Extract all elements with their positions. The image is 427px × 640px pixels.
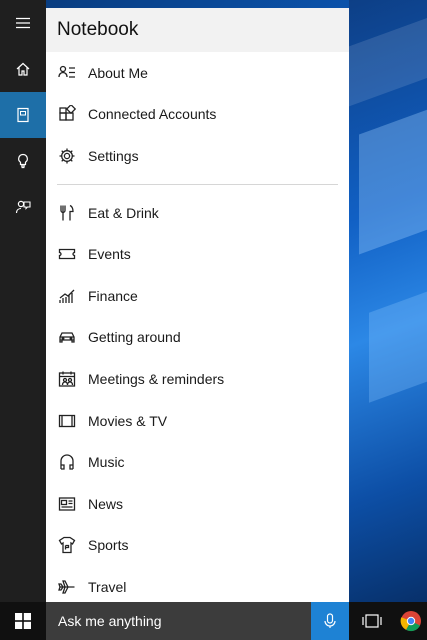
- reminders-button[interactable]: [0, 138, 46, 184]
- hamburger-icon: [16, 17, 30, 29]
- menu-item-events[interactable]: Events: [46, 233, 349, 275]
- task-view-button[interactable]: [349, 602, 395, 640]
- menu-item-getting-around[interactable]: Getting around: [46, 317, 349, 359]
- hamburger-menu-button[interactable]: [0, 0, 46, 46]
- menu-item-meetings-reminders[interactable]: Meetings & reminders: [46, 358, 349, 400]
- music-note-icon: [57, 452, 77, 472]
- menu-item-label: Travel: [88, 578, 127, 595]
- menu-item-news[interactable]: News: [46, 483, 349, 525]
- airplane-icon: [57, 577, 77, 597]
- notebook-icon: [17, 107, 29, 123]
- menu-item-movies-tv[interactable]: Movies & TV: [46, 400, 349, 442]
- cortana-search-box[interactable]: Ask me anything: [46, 602, 311, 640]
- divider: [57, 183, 338, 185]
- notebook-button[interactable]: [0, 92, 46, 138]
- chrome-icon: [400, 611, 421, 632]
- taskbar: Ask me anything: [0, 602, 427, 640]
- chrome-taskbar-button[interactable]: [395, 602, 427, 640]
- menu-item-eat-drink[interactable]: Eat & Drink: [46, 192, 349, 234]
- feedback-button[interactable]: [0, 184, 46, 230]
- menu-item-label: Music: [88, 454, 125, 471]
- menu-item-label: Movies & TV: [88, 412, 168, 429]
- home-button[interactable]: [0, 46, 46, 92]
- start-button[interactable]: [0, 602, 46, 640]
- menu-item-label: Settings: [88, 147, 139, 164]
- search-placeholder: Ask me anything: [58, 613, 162, 629]
- calendar-people-icon: [57, 369, 77, 389]
- menu-item-label: News: [88, 495, 124, 512]
- feedback-icon: [15, 200, 31, 214]
- menu-item-travel[interactable]: Travel: [46, 566, 349, 602]
- cortana-left-rail: [0, 0, 46, 602]
- car-icon: [57, 327, 77, 347]
- connected-accounts-icon: [57, 104, 77, 124]
- menu-item-label: Finance: [88, 287, 138, 304]
- menu-item-settings[interactable]: Settings: [46, 135, 349, 177]
- microphone-icon: [324, 613, 336, 628]
- fork-knife-icon: [57, 203, 77, 223]
- menu-item-label: Events: [88, 246, 131, 263]
- menu-item-sports[interactable]: Sports: [46, 525, 349, 567]
- microphone-button[interactable]: [311, 602, 349, 640]
- menu-item-label: Sports: [88, 537, 129, 554]
- menu-item-about-me[interactable]: About Me: [46, 52, 349, 94]
- menu-item-label: Connected Accounts: [88, 106, 217, 123]
- film-icon: [57, 411, 77, 431]
- menu-item-label: Getting around: [88, 329, 181, 346]
- gear-icon: [57, 146, 77, 166]
- menu-item-label: Eat & Drink: [88, 204, 159, 221]
- task-view-icon: [362, 614, 382, 628]
- about-me-icon: [57, 63, 77, 83]
- newspaper-icon: [57, 494, 77, 514]
- menu-item-label: Meetings & reminders: [88, 370, 225, 387]
- menu-item-connected-accounts[interactable]: Connected Accounts: [46, 94, 349, 136]
- notebook-panel: Notebook About Me Connected Accounts Set…: [46, 8, 349, 602]
- lightbulb-icon: [18, 153, 28, 169]
- home-icon: [16, 62, 30, 76]
- menu-item-music[interactable]: Music: [46, 441, 349, 483]
- jersey-icon: [57, 535, 77, 555]
- desktop-wallpaper: [349, 0, 427, 602]
- windows-logo-icon: [15, 613, 31, 629]
- ticket-icon: [57, 244, 77, 264]
- page-title: Notebook: [46, 8, 349, 52]
- menu-item-finance[interactable]: Finance: [46, 275, 349, 317]
- finance-chart-icon: [57, 286, 77, 306]
- menu-item-label: About Me: [88, 64, 148, 81]
